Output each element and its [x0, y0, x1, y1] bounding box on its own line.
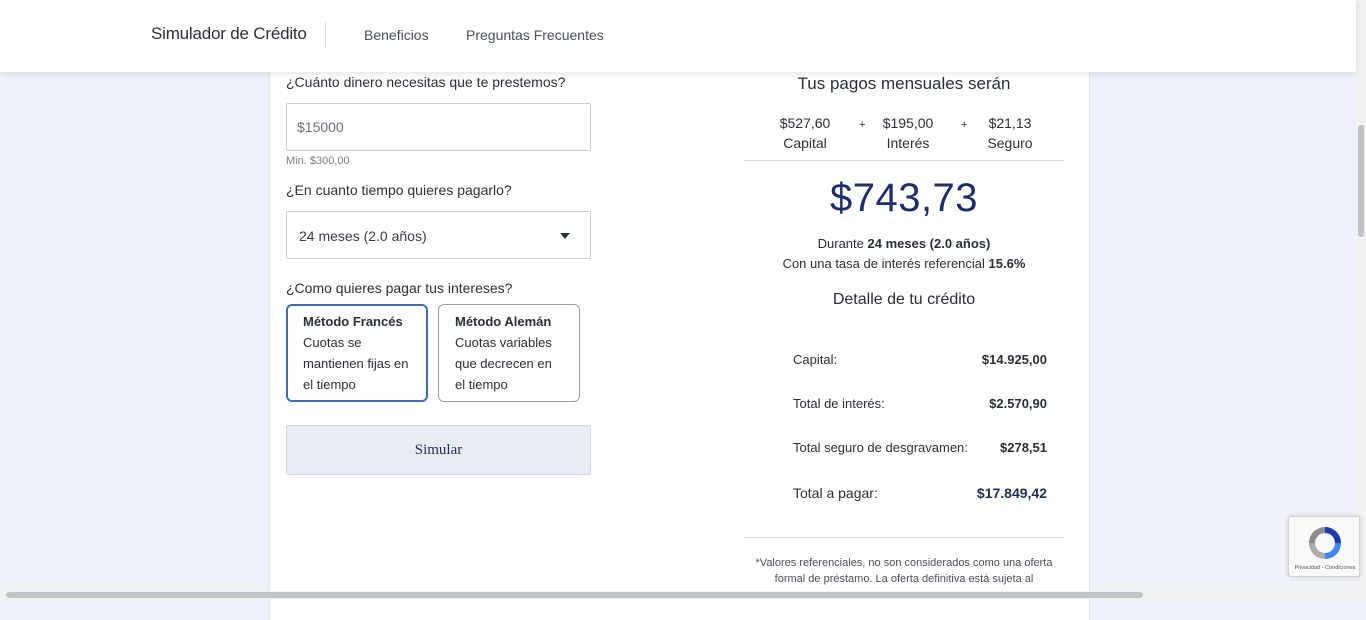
monthly-payments-title: Tus pagos mensuales serán — [797, 74, 1011, 93]
nav-preguntas-frecuentes[interactable]: Preguntas Frecuentes — [466, 27, 604, 43]
divider — [744, 160, 1064, 161]
breakdown-capital-amount: $527,60 — [779, 115, 831, 131]
amount-input[interactable] — [286, 103, 591, 151]
breakdown-interes-label: Interés — [886, 135, 930, 151]
top-header: Simulador de Crédito Beneficios Pregunta… — [0, 0, 1356, 72]
method-question: ¿Como quieres pagar tus intereses? — [286, 280, 513, 296]
detail-total-value: $17.849,42 — [976, 485, 1047, 501]
nav-beneficios[interactable]: Beneficios — [364, 27, 429, 43]
method-aleman-title: Método Alemán — [455, 314, 552, 329]
breakdown-capital-label: Capital — [783, 135, 827, 151]
amount-min-note: Min. $300,00 — [286, 155, 350, 167]
rate-value: 15.6% — [988, 256, 1026, 271]
breakdown-seguro-amount: $21,13 — [988, 115, 1032, 131]
disclaimer-text: *Valores referenciales, no son considera… — [755, 557, 1053, 585]
term-select-value: 24 meses (2.0 años) — [299, 228, 427, 244]
rate-line: Con una tasa de interés referencial 15.6… — [744, 256, 1064, 271]
brand-title[interactable]: Simulador de Crédito — [151, 24, 307, 44]
method-frances-desc: Cuotas se mantienen fijas en el tiempo — [303, 335, 409, 392]
chevron-down-icon — [560, 233, 570, 239]
brand-divider — [325, 22, 326, 48]
recaptcha-footer[interactable]: Privacidad - Condiciones — [1289, 565, 1361, 571]
detail-interest-value: $2.570,90 — [989, 396, 1047, 411]
detail-capital-label: Capital: — [793, 352, 838, 367]
vertical-scrollbar[interactable] — [1356, 0, 1366, 599]
recaptcha-icon — [1309, 527, 1341, 559]
amount-question: ¿Cuánto dinero necesitas que te prestemo… — [286, 74, 566, 90]
breakdown-seguro-label: Seguro — [987, 135, 1033, 151]
detail-insurance-value: $278,51 — [1000, 440, 1047, 455]
breakdown-seguro: $21,13 Seguro — [965, 113, 1055, 153]
method-frances-title: Método Francés — [303, 314, 403, 329]
method-aleman-desc: Cuotas variables que decrecen en el tiem… — [455, 335, 552, 392]
breakdown-capital: $527,60 Capital — [760, 113, 850, 153]
breakdown-interes: $195,00 Interés — [863, 113, 953, 153]
credit-detail-title: Detalle de tu crédito — [832, 291, 976, 308]
horizontal-scrollbar-thumb[interactable] — [6, 592, 1143, 598]
rate-prefix: Con una tasa de interés referencial — [782, 256, 985, 271]
monthly-total-amount: $743,73 — [829, 176, 979, 220]
simulate-button[interactable]: Simular — [286, 425, 591, 475]
method-aleman-option[interactable]: Método Alemán Cuotas variables que decre… — [438, 304, 580, 402]
term-select[interactable]: 24 meses (2.0 años) — [286, 211, 591, 259]
term-question: ¿En cuanto tiempo quieres pagarlo? — [286, 182, 512, 198]
duration-prefix: Durante — [817, 236, 864, 251]
detail-interest-label: Total de interés: — [793, 396, 885, 411]
duration-value: 24 meses (2.0 años) — [867, 236, 991, 251]
detail-insurance-label: Total seguro de desgravamen: — [793, 440, 968, 455]
duration-line: Durante 24 meses (2.0 años) — [744, 236, 1064, 251]
detail-total-label: Total a pagar: — [793, 485, 878, 501]
method-frances-option[interactable]: Método Francés Cuotas se mantienen fijas… — [286, 304, 428, 402]
recaptcha-badge[interactable]: Privacidad - Condiciones — [1288, 516, 1360, 577]
detail-capital-value: $14.925,00 — [981, 352, 1047, 367]
vertical-scrollbar-thumb[interactable] — [1358, 125, 1364, 237]
breakdown-interes-amount: $195,00 — [882, 115, 934, 131]
divider — [744, 537, 1064, 538]
